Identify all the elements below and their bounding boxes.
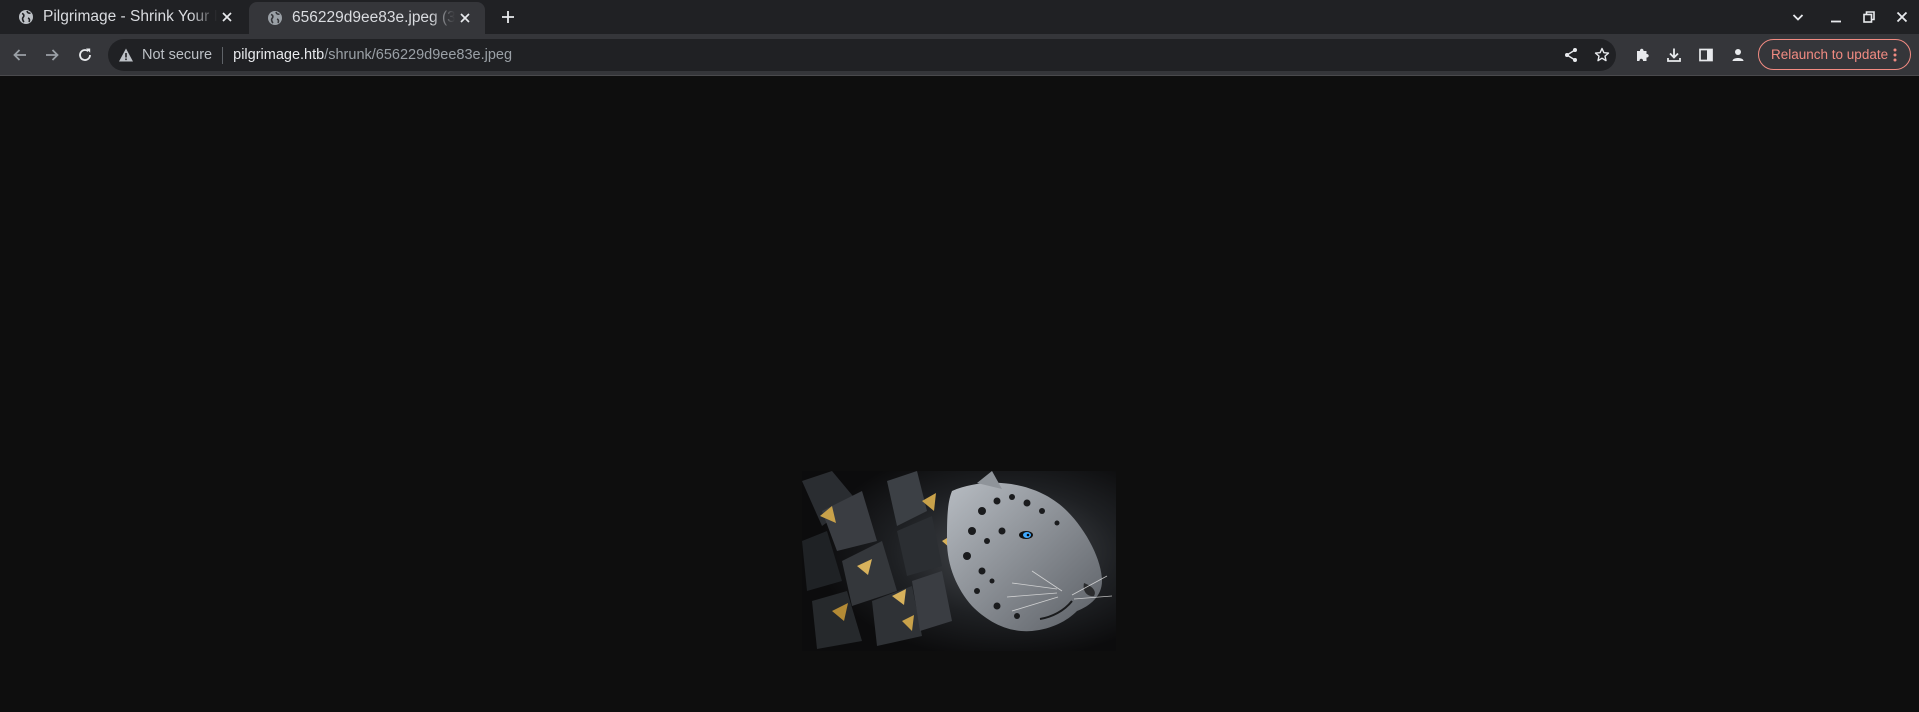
tab-pilgrimage[interactable]: Pilgrimage - Shrink Your Images [0, 0, 247, 34]
url-path: /shrunk/656229d9ee83e.jpeg [324, 47, 513, 63]
close-icon[interactable] [217, 7, 237, 27]
warning-icon[interactable] [118, 47, 134, 63]
arrow-right-icon [46, 49, 59, 61]
address-bar[interactable]: Not secure pilgrimage.htb/shrunk/656229d… [108, 39, 1616, 71]
star-icon [1594, 47, 1610, 62]
tab-strip: Pilgrimage - Shrink Your Images 656229d9… [0, 0, 1919, 34]
divider [222, 46, 224, 64]
new-tab-button[interactable] [497, 6, 519, 28]
leopard-art [802, 471, 1116, 651]
restore-icon [1863, 11, 1875, 23]
tab-title: Pilgrimage - Shrink Your Images [43, 8, 217, 25]
side-panel-button[interactable] [1694, 43, 1718, 67]
relaunch-label: Relaunch to update [1771, 47, 1889, 62]
globe-icon [18, 9, 34, 25]
puzzle-icon [1637, 48, 1649, 61]
download-icon [1667, 48, 1681, 62]
url-text[interactable]: pilgrimage.htb/shrunk/656229d9ee83e.jpeg [233, 47, 512, 63]
leopard-image[interactable] [802, 471, 1116, 651]
close-icon[interactable] [455, 8, 475, 28]
globe-icon [267, 10, 283, 26]
restore-button[interactable] [1858, 6, 1880, 28]
url-host: pilgrimage.htb [233, 47, 325, 63]
minimize-icon [1831, 20, 1841, 23]
share-icon [1565, 48, 1577, 62]
security-status[interactable]: Not secure [142, 47, 212, 63]
image-viewer [0, 77, 1919, 712]
reload-icon [79, 48, 91, 61]
back-button[interactable] [8, 43, 32, 67]
plus-icon [502, 11, 514, 23]
minimize-button[interactable] [1825, 6, 1847, 28]
profile-button[interactable] [1726, 43, 1750, 67]
tab-title: 656229d9ee83e.jpeg (315×180) [292, 9, 455, 26]
more-vert-icon[interactable] [1888, 47, 1902, 63]
side-panel-icon [1699, 48, 1713, 62]
relaunch-button[interactable]: Relaunch to update [1758, 39, 1911, 70]
close-icon [1896, 11, 1908, 23]
tab-search-button[interactable] [1787, 6, 1809, 28]
bookmark-button[interactable] [1590, 43, 1614, 67]
forward-button[interactable] [40, 43, 64, 67]
person-icon [1732, 49, 1744, 61]
tab-image[interactable]: 656229d9ee83e.jpeg (315×180) [249, 2, 485, 34]
arrow-left-icon [13, 49, 26, 61]
close-window-button[interactable] [1891, 6, 1913, 28]
chevron-down-icon [1792, 14, 1804, 21]
downloads-button[interactable] [1662, 43, 1686, 67]
extensions-button[interactable] [1630, 43, 1654, 67]
browser-toolbar: Not secure pilgrimage.htb/shrunk/656229d… [0, 34, 1919, 76]
share-button[interactable] [1559, 43, 1583, 67]
reload-button[interactable] [73, 43, 97, 67]
